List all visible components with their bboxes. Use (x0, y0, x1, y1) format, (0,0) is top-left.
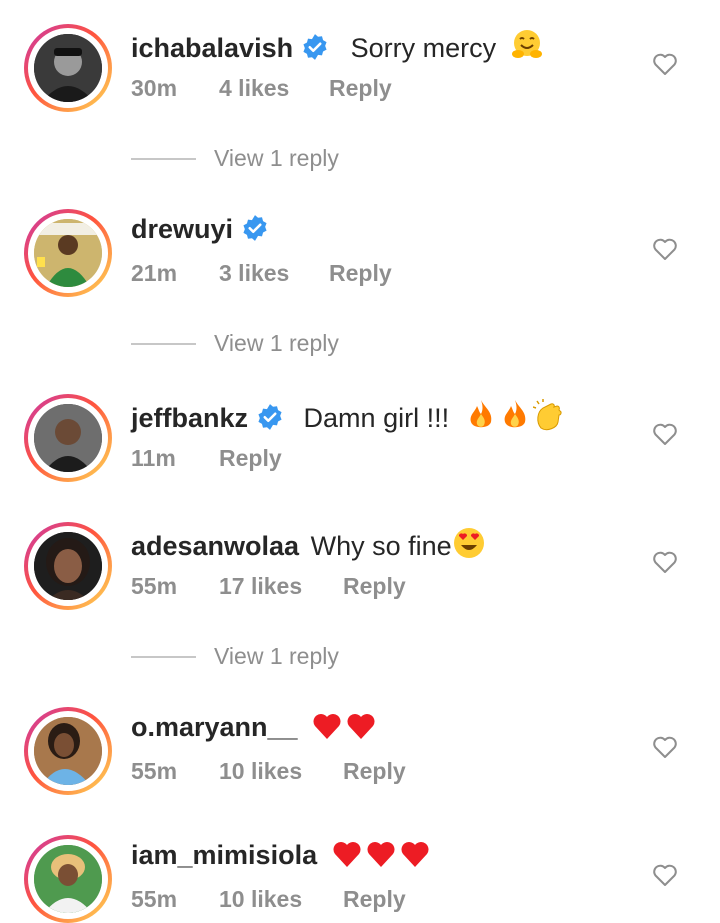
view-replies-button[interactable]: View 1 reply (0, 642, 720, 672)
view-replies-divider (131, 343, 196, 345)
red-heart-emoji-icon (331, 839, 363, 876)
red-heart-emoji-icon (311, 711, 343, 748)
comment-likes[interactable]: 10 likes (219, 885, 302, 913)
comment-time: 11m (131, 445, 176, 471)
view-replies-button[interactable]: View 1 reply (0, 144, 720, 174)
reply-button[interactable]: Reply (343, 572, 406, 600)
red-heart-emoji-icon (345, 711, 377, 748)
comment-text: Damn girl !!! (303, 403, 450, 433)
comment-username[interactable]: o.maryann__ (131, 712, 298, 742)
comment-likes[interactable]: 17 likes (219, 572, 302, 600)
like-heart-icon[interactable] (652, 863, 678, 892)
clapping-hands-emoji-icon (532, 398, 565, 439)
comment-likes[interactable]: 4 likes (219, 74, 289, 102)
reply-button[interactable]: Reply (219, 444, 282, 472)
comment-likes[interactable]: 10 likes (219, 757, 302, 785)
comment-username[interactable]: adesanwolaa (131, 531, 299, 561)
like-heart-icon[interactable] (652, 735, 678, 764)
red-heart-emoji-icon (365, 839, 397, 876)
heart-eyes-emoji-icon (452, 526, 486, 567)
comment-username[interactable]: jeffbankz (131, 403, 248, 433)
verified-badge-icon (301, 33, 329, 68)
red-heart-emoji-icon (399, 839, 431, 876)
view-replies-label: View 1 reply (214, 330, 339, 356)
reply-button[interactable]: Reply (329, 74, 392, 102)
avatar[interactable] (24, 835, 112, 923)
avatar[interactable] (24, 707, 112, 795)
comment-time: 55m (131, 886, 178, 912)
comment-username[interactable]: ichabalavish (131, 33, 293, 63)
comment-text: Sorry mercy (350, 33, 497, 63)
avatar[interactable] (24, 24, 112, 112)
avatar[interactable] (24, 209, 112, 297)
like-heart-icon[interactable] (652, 52, 678, 81)
comment-likes[interactable]: 3 likes (219, 259, 289, 287)
comment-time: 55m (131, 758, 178, 784)
view-replies-button[interactable]: View 1 reply (0, 329, 720, 359)
comment-text: Why so fine (310, 531, 452, 561)
reply-button[interactable]: Reply (329, 259, 392, 287)
view-replies-label: View 1 reply (214, 643, 339, 669)
view-replies-divider (131, 656, 196, 658)
comment-time: 55m (131, 573, 178, 599)
avatar[interactable] (24, 522, 112, 610)
like-heart-icon[interactable] (652, 550, 678, 579)
comment-username[interactable]: drewuyi (131, 214, 233, 244)
like-heart-icon[interactable] (652, 237, 678, 266)
fire-emoji-icon (499, 398, 531, 439)
like-heart-icon[interactable] (652, 422, 678, 451)
comment-time: 30m (131, 75, 178, 101)
view-replies-label: View 1 reply (214, 145, 339, 171)
reply-button[interactable]: Reply (343, 757, 406, 785)
comment-time: 21m (131, 260, 178, 286)
view-replies-divider (131, 158, 196, 160)
fire-emoji-icon (465, 398, 497, 439)
verified-badge-icon (256, 403, 284, 438)
reply-button[interactable]: Reply (343, 885, 406, 913)
hugging-face-emoji-icon (510, 28, 544, 69)
comment-username[interactable]: iam_mimisiola (131, 840, 317, 870)
avatar[interactable] (24, 394, 112, 482)
verified-badge-icon (241, 214, 269, 249)
